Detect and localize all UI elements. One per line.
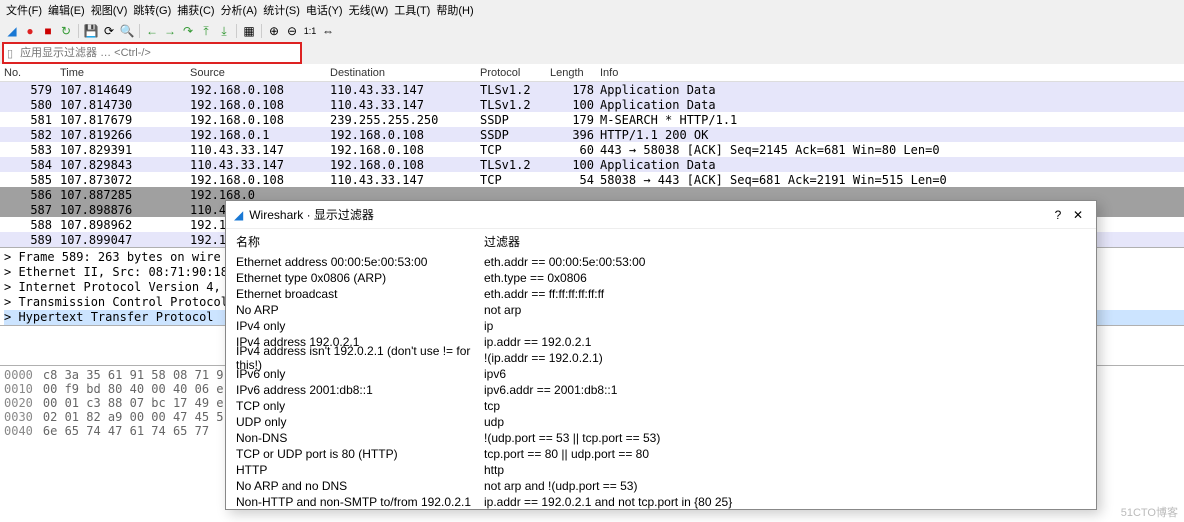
- back-icon[interactable]: ←: [144, 23, 160, 39]
- help-button[interactable]: ?: [1048, 208, 1068, 222]
- filter-row[interactable]: No ARP and no DNSnot arp and !(udp.port …: [236, 478, 1086, 494]
- filter-list[interactable]: Ethernet address 00:00:5e:00:53:00eth.ad…: [226, 254, 1096, 509]
- menu-item[interactable]: 捕获(C): [177, 2, 214, 18]
- packet-row[interactable]: 583107.829391110.43.33.147192.168.0.108T…: [0, 142, 1184, 157]
- filter-row[interactable]: TCP or UDP port is 80 (HTTP)tcp.port == …: [236, 446, 1086, 462]
- filter-row[interactable]: TCP onlytcp: [236, 398, 1086, 414]
- separator: [261, 24, 262, 38]
- color-icon[interactable]: ▦: [241, 23, 257, 39]
- resize-cols-icon[interactable]: ⇔: [320, 23, 336, 39]
- packet-row[interactable]: 581107.817679192.168.0.108239.255.255.25…: [0, 112, 1184, 127]
- stop-icon[interactable]: ■: [40, 23, 56, 39]
- packet-row[interactable]: 582107.819266192.168.0.1192.168.0.108SSD…: [0, 127, 1184, 142]
- col-source[interactable]: Source: [190, 67, 330, 79]
- display-filter-dialog: ◢ Wireshark · 显示过滤器 ? ✕ 名称 过滤器 Ethernet …: [225, 200, 1097, 510]
- zoom-out-icon[interactable]: ⊖: [284, 23, 300, 39]
- watermark: 51CTO博客: [1121, 504, 1178, 520]
- separator: [236, 24, 237, 38]
- col-destination[interactable]: Destination: [330, 67, 480, 79]
- display-filter-input[interactable]: [16, 45, 300, 61]
- separator: [78, 24, 79, 38]
- col-time[interactable]: Time: [60, 67, 190, 79]
- header-name[interactable]: 名称: [236, 233, 484, 250]
- filter-row[interactable]: No ARPnot arp: [236, 302, 1086, 318]
- bookmark-icon[interactable]: ▯: [4, 47, 16, 60]
- filter-row[interactable]: HTTPhttp: [236, 462, 1086, 478]
- main-toolbar: ◢ ● ■ ↻ 💾 ⟳ 🔍 ← → ↷ ⤒ ⤓ ▦ ⊕ ⊖ 1:1 ⇔: [0, 20, 1184, 42]
- menu-item[interactable]: 视图(V): [91, 2, 128, 18]
- menu-item[interactable]: 跳转(G): [133, 2, 171, 18]
- menu-item[interactable]: 编辑(E): [48, 2, 85, 18]
- filter-row[interactable]: Ethernet broadcasteth.addr == ff:ff:ff:f…: [236, 286, 1086, 302]
- dialog-column-headers: 名称 过滤器: [226, 229, 1096, 254]
- shark-icon: ◢: [234, 208, 243, 222]
- zoom-in-icon[interactable]: ⊕: [266, 23, 282, 39]
- menu-item[interactable]: 帮助(H): [436, 2, 473, 18]
- col-info[interactable]: Info: [600, 67, 1184, 79]
- record-icon[interactable]: ●: [22, 23, 38, 39]
- menu-item[interactable]: 统计(S): [263, 2, 300, 18]
- packet-row[interactable]: 584107.829843110.43.33.147192.168.0.108T…: [0, 157, 1184, 172]
- filter-row[interactable]: Ethernet type 0x0806 (ARP)eth.type == 0x…: [236, 270, 1086, 286]
- menu-item[interactable]: 工具(T): [394, 2, 430, 18]
- dialog-titlebar: ◢ Wireshark · 显示过滤器 ? ✕: [226, 201, 1096, 229]
- reload-icon[interactable]: ⟳: [101, 23, 117, 39]
- filter-row[interactable]: IPv6 onlyipv6: [236, 366, 1086, 382]
- filter-row[interactable]: IPv4 address isn't 192.0.2.1 (don't use …: [236, 350, 1086, 366]
- col-no[interactable]: No.: [0, 67, 60, 79]
- zoom-reset-icon[interactable]: 1:1: [302, 23, 318, 39]
- col-protocol[interactable]: Protocol: [480, 67, 550, 79]
- save-icon[interactable]: 💾: [83, 23, 99, 39]
- dialog-title: Wireshark · 显示过滤器: [249, 206, 374, 223]
- close-button[interactable]: ✕: [1068, 208, 1088, 222]
- filter-row[interactable]: Ethernet address 00:00:5e:00:53:00eth.ad…: [236, 254, 1086, 270]
- filter-row[interactable]: Non-DNS!(udp.port == 53 || tcp.port == 5…: [236, 430, 1086, 446]
- packet-row[interactable]: 579107.814649192.168.0.108110.43.33.147T…: [0, 82, 1184, 97]
- packet-row[interactable]: 580107.814730192.168.0.108110.43.33.147T…: [0, 97, 1184, 112]
- separator: [139, 24, 140, 38]
- filter-row[interactable]: IPv6 address 2001:db8::1ipv6.addr == 200…: [236, 382, 1086, 398]
- jump-icon[interactable]: ↷: [180, 23, 196, 39]
- filter-row[interactable]: Non-HTTP and non-SMTP to/from 192.0.2.1i…: [236, 494, 1086, 509]
- first-icon[interactable]: ⤒: [198, 23, 214, 39]
- menu-item[interactable]: 电话(Y): [306, 2, 343, 18]
- menu-item[interactable]: 分析(A): [221, 2, 258, 18]
- find-icon[interactable]: 🔍: [119, 23, 135, 39]
- menu-item[interactable]: 文件(F): [6, 2, 42, 18]
- col-length[interactable]: Length: [550, 67, 600, 79]
- packet-row[interactable]: 585107.873072192.168.0.108110.43.33.147T…: [0, 172, 1184, 187]
- display-filter-bar[interactable]: ▯: [2, 42, 302, 64]
- menu-bar: 文件(F) 编辑(E) 视图(V) 跳转(G) 捕获(C) 分析(A) 统计(S) 电话(Y)…: [0, 0, 1184, 20]
- shark-icon: ◢: [4, 23, 20, 39]
- restart-icon[interactable]: ↻: [58, 23, 74, 39]
- last-icon[interactable]: ⤓: [216, 23, 232, 39]
- header-filter[interactable]: 过滤器: [484, 233, 520, 250]
- filter-row[interactable]: UDP onlyudp: [236, 414, 1086, 430]
- forward-icon[interactable]: →: [162, 23, 178, 39]
- menu-item[interactable]: 无线(W): [349, 2, 389, 18]
- filter-row[interactable]: IPv4 onlyip: [236, 318, 1086, 334]
- packet-list-header: No. Time Source Destination Protocol Len…: [0, 64, 1184, 82]
